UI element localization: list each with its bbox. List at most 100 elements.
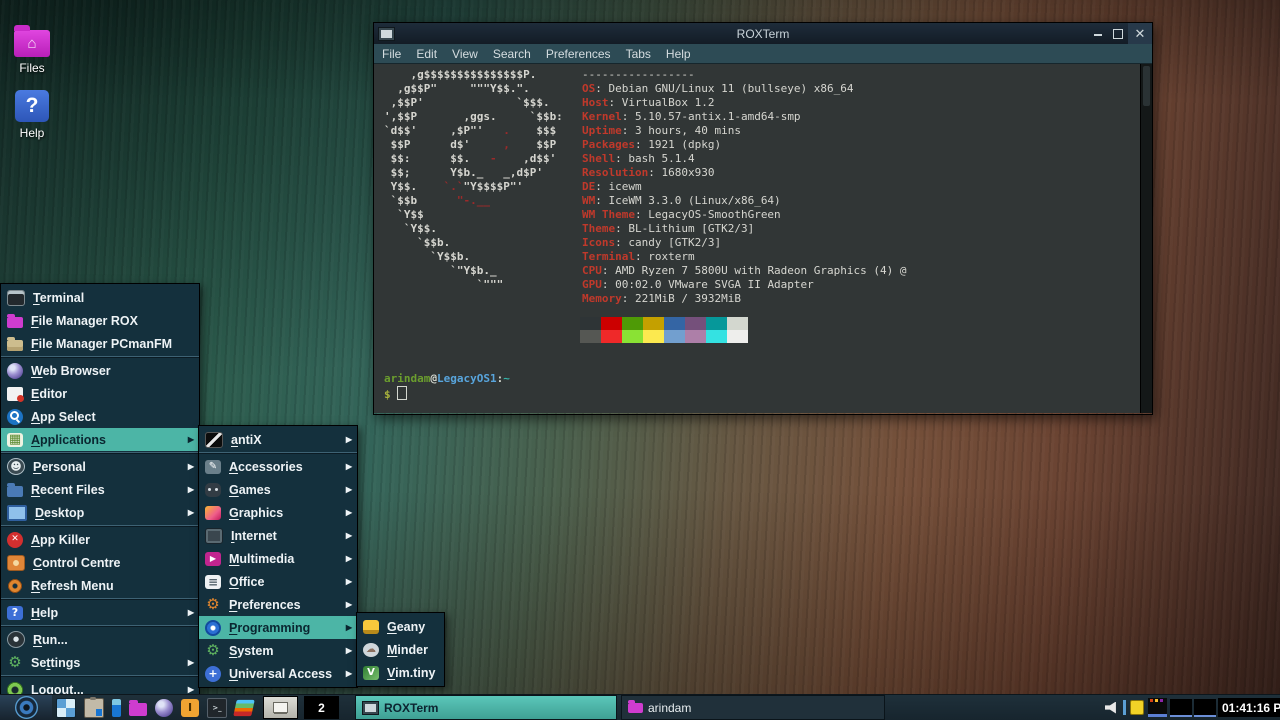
menu-item-personal[interactable]: ☻Personal▶ (1, 455, 199, 478)
terminal-scrollbar[interactable] (1140, 64, 1152, 413)
menu-item-vim-tiny[interactable]: VVim.tiny (357, 661, 444, 684)
menu-item-desktop[interactable]: Desktop▶ (1, 501, 199, 524)
universal-access-icon: + (205, 666, 221, 682)
menu-item-control-centre[interactable]: Control Centre (1, 551, 199, 574)
desktop-icon-label: Help (20, 126, 45, 140)
menu-item-label: Universal Access (229, 667, 342, 681)
console-launcher-icon[interactable]: >_ (207, 698, 227, 718)
submenu-arrow-icon: ▶ (188, 485, 194, 494)
submenu-arrow-icon: ▶ (346, 435, 352, 444)
app-killer-icon: ✕ (7, 532, 23, 548)
menu-item-antix[interactable]: antiX▶ (199, 428, 357, 451)
submenu-arrow-icon: ▶ (346, 600, 352, 609)
settings-icon: ⚙ (7, 656, 23, 670)
menu-item-label: Recent Files (31, 483, 184, 497)
tray-app-icon[interactable] (1130, 700, 1144, 715)
menu-item-preferences[interactable]: ⚙Preferences▶ (199, 593, 357, 616)
menu-item-file-manager-rox[interactable]: File Manager ROX (1, 309, 199, 332)
menu-item-label: Help (31, 606, 184, 620)
menubar-item-view[interactable]: View (452, 47, 478, 61)
desktop-pager-icon[interactable] (233, 699, 254, 715)
menu-item-geany[interactable]: Geany (357, 615, 444, 638)
prompt-path: ~ (503, 372, 510, 385)
menu-item-refresh-menu[interactable]: Refresh Menu (1, 574, 199, 597)
menu-item-minder[interactable]: ☁Minder (357, 638, 444, 661)
net-monitor-icon[interactable] (1194, 699, 1216, 717)
maximize-button[interactable] (1108, 23, 1128, 44)
usb-device-icon[interactable] (112, 699, 121, 717)
desktop-icon-files[interactable]: ⌂ Files (6, 30, 58, 75)
window-titlebar[interactable]: ROXTerm ✕ (374, 23, 1152, 44)
prompt-host: LegacyOS1 (437, 372, 497, 385)
task-button-roxterm[interactable]: ROXTerm (355, 695, 617, 720)
menu-item-system[interactable]: ⚙System▶ (199, 639, 357, 662)
task-button-arindam[interactable]: arindam (621, 695, 885, 720)
editor-launcher-icon[interactable]: I (181, 699, 199, 717)
palette-swatch (601, 317, 622, 330)
taskbar-clock[interactable]: 01:41:16 P (1218, 698, 1280, 717)
minimize-button[interactable] (1088, 23, 1108, 44)
close-button[interactable]: ✕ (1128, 23, 1152, 44)
desktop-icon (7, 505, 27, 521)
menubar-item-preferences[interactable]: Preferences (546, 47, 611, 61)
menu-item-label: Settings (31, 656, 184, 670)
file-manager-icon[interactable] (129, 703, 147, 716)
menu-item-label: Desktop (35, 506, 184, 520)
palette-swatch (706, 330, 727, 343)
menu-item-label: Vim.tiny (387, 666, 439, 680)
menu-item-office[interactable]: ≡Office▶ (199, 570, 357, 593)
menu-item-applications[interactable]: ▦Applications▶ (1, 428, 199, 451)
menu-item-run[interactable]: ●Run... (1, 628, 199, 651)
menubar-item-search[interactable]: Search (493, 47, 531, 61)
menubar-item-file[interactable]: File (382, 47, 401, 61)
workspace-1-button[interactable] (263, 696, 298, 719)
menu-item-editor[interactable]: Editor (1, 382, 199, 405)
net-monitor-icon[interactable] (1170, 699, 1192, 717)
minder-icon: ☁ (363, 643, 379, 657)
start-menu-button[interactable] (0, 695, 52, 720)
menu-item-multimedia[interactable]: ▶Multimedia▶ (199, 547, 357, 570)
menu-item-app-select[interactable]: App Select (1, 405, 199, 428)
folder-icon (628, 703, 643, 713)
terminal-content[interactable]: ,g$$$$$$$$$$$$$$$P. ,g$$P" """Y$$.". ,$$… (374, 64, 1152, 413)
palette-swatch (727, 317, 748, 330)
menu-item-help[interactable]: ?Help▶ (1, 601, 199, 624)
menu-item-games[interactable]: Games▶ (199, 478, 357, 501)
menu-item-accessories[interactable]: ✎Accessories▶ (199, 455, 357, 478)
menu-item-label: Accessories (229, 460, 342, 474)
menu-item-recent-files[interactable]: Recent Files ▶ (1, 478, 199, 501)
desktop-icon-help[interactable]: ? Help (6, 90, 58, 140)
task-label: arindam (648, 701, 691, 715)
menu-item-universal-access[interactable]: +Universal Access▶ (199, 662, 357, 685)
volume-icon[interactable] (1105, 702, 1119, 714)
palette-swatch (664, 330, 685, 343)
menu-item-label: System (229, 644, 342, 658)
menu-item-app-killer[interactable]: ✕App Killer (1, 528, 199, 551)
browser-launcher-icon[interactable] (155, 699, 173, 717)
menu-item-graphics[interactable]: Graphics▶ (199, 501, 357, 524)
menu-item-terminal[interactable]: Terminal (1, 286, 199, 309)
menu-item-file-manager-pcmanfm[interactable]: File Manager PCmanFM (1, 332, 199, 355)
submenu-arrow-icon: ▶ (188, 462, 194, 471)
menu-item-web-browser[interactable]: Web Browser (1, 359, 199, 382)
menu-item-settings[interactable]: ⚙Settings▶ (1, 651, 199, 674)
menubar-item-tabs[interactable]: Tabs (626, 47, 651, 61)
workspace-2-button[interactable]: 2 (304, 696, 339, 719)
window-list-icon[interactable] (56, 698, 76, 718)
menu-item-programming[interactable]: Programming▶ (199, 616, 357, 639)
menu-item-internet[interactable]: Internet▶ (199, 524, 357, 547)
menu-item-label: Internet (231, 529, 342, 543)
menubar-item-edit[interactable]: Edit (416, 47, 437, 61)
antix-logo-icon (15, 696, 38, 719)
palette-swatch (685, 330, 706, 343)
files-folder-icon: ⌂ (14, 30, 50, 57)
indicator-bar-icon[interactable] (1123, 700, 1126, 715)
terminal-color-palette (580, 317, 748, 343)
applications-submenu: antiX▶✎Accessories▶Games▶Graphics▶Intern… (198, 425, 358, 688)
menubar-item-help[interactable]: Help (666, 47, 691, 61)
menu-item-label: Graphics (229, 506, 342, 520)
cpu-monitor-icon[interactable] (1148, 698, 1167, 717)
submenu-arrow-icon: ▶ (346, 485, 352, 494)
menu-item-label: Geany (387, 620, 439, 634)
clipboard-icon[interactable] (84, 698, 104, 718)
